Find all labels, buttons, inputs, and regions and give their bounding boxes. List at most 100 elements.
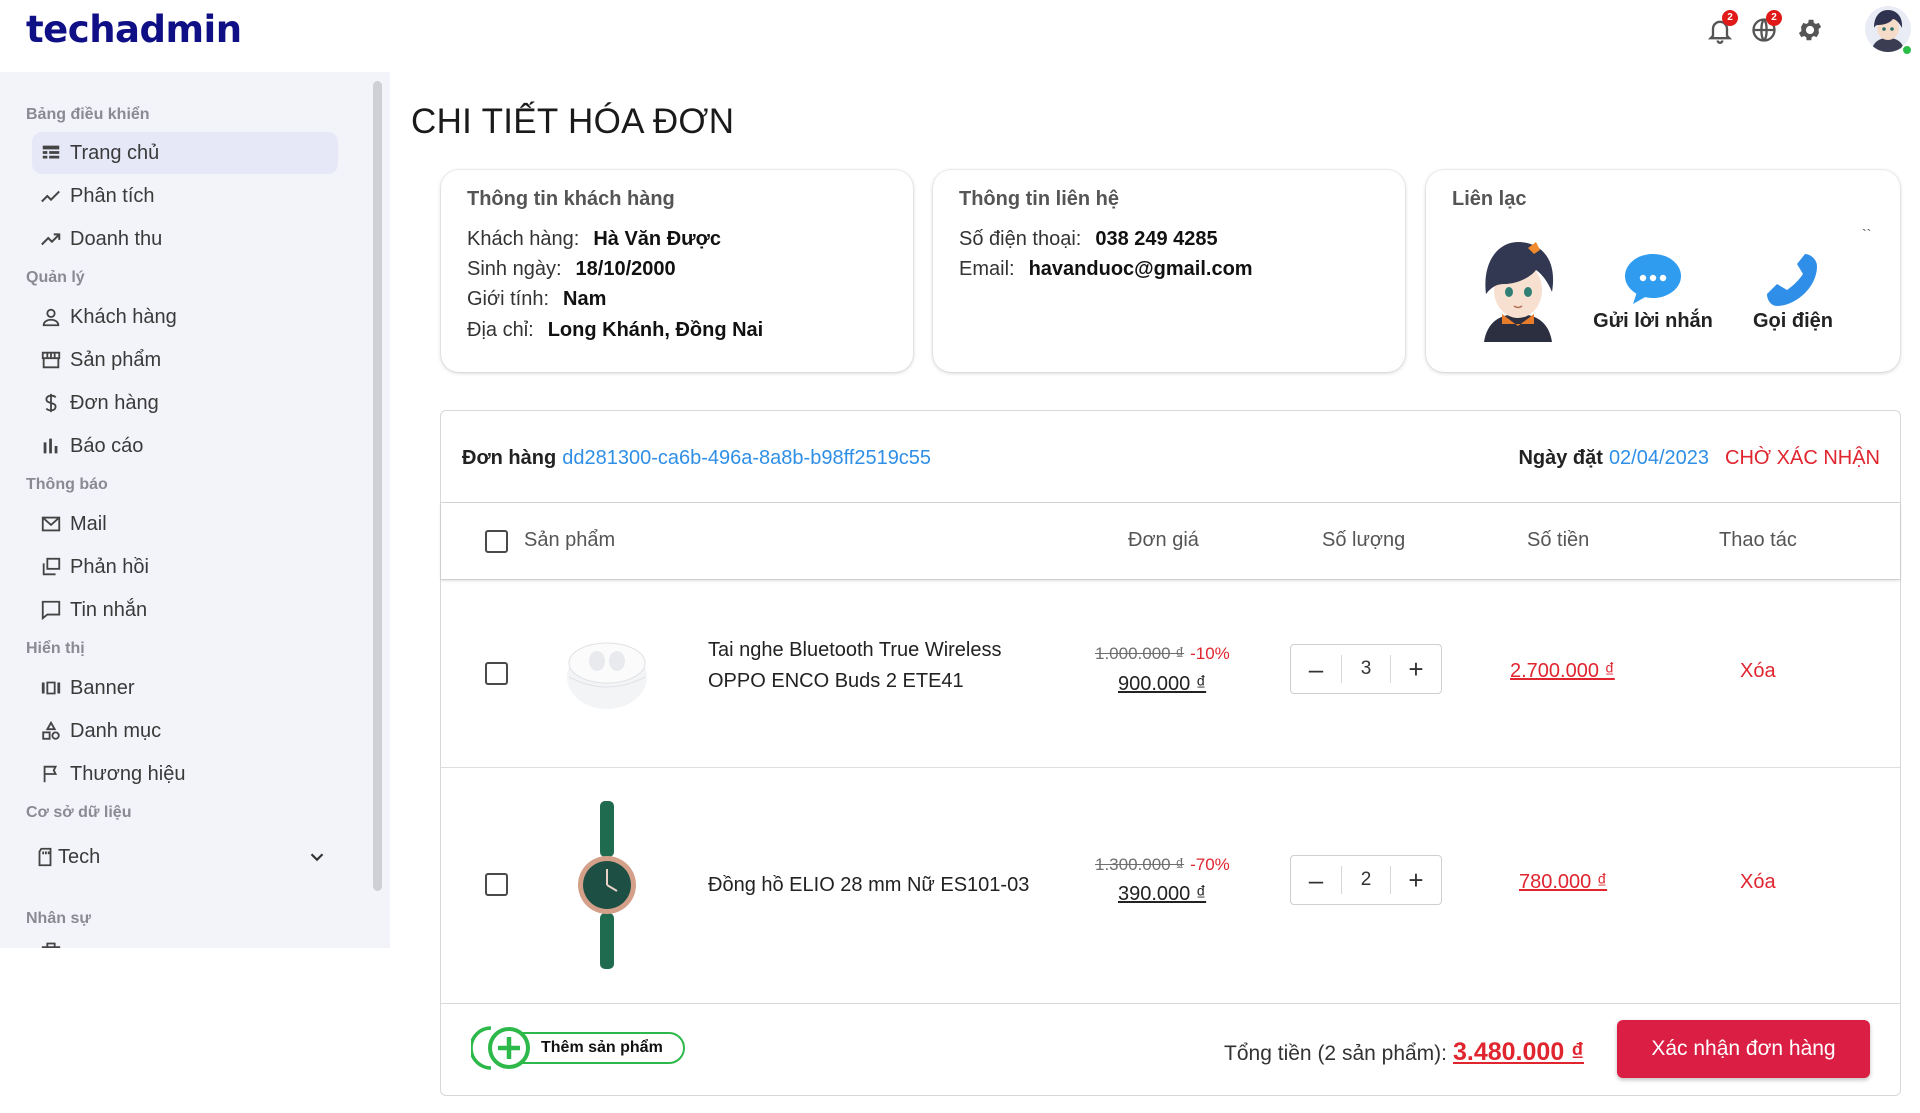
- sidebar-item-revenue[interactable]: Doanh thu: [32, 218, 338, 260]
- row-amount-value: 2.700.000 ₫: [1510, 660, 1615, 682]
- sidebar-item-label: Báo cáo: [70, 434, 144, 457]
- sidebar-item-label: Tin nhắn: [70, 598, 148, 621]
- send-message-button[interactable]: Gửi lời nhắn: [1588, 252, 1718, 333]
- sidebar-bottom-blank: [0, 948, 390, 1113]
- row-checkbox[interactable]: [485, 662, 508, 685]
- confirm-order-button[interactable]: Xác nhận đơn hàng: [1617, 1020, 1870, 1078]
- flag-icon: [43, 765, 58, 783]
- decrease-button[interactable]: –: [1291, 856, 1341, 904]
- sidebar-section-dashboard: Bảng điều khiển: [26, 106, 150, 123]
- watch-product-image: [575, 801, 639, 969]
- row-label: Sinh ngày:: [467, 258, 562, 280]
- sidebar-item-categories[interactable]: Danh mục: [32, 710, 338, 752]
- order-date: 02/04/2023: [1608, 447, 1710, 469]
- phone-icon: [1767, 254, 1817, 306]
- add-product-button[interactable]: Thêm sản phẩm: [471, 1026, 687, 1072]
- order-status-badge: CHỜ XÁC NHẬN: [1725, 447, 1880, 469]
- brand-logo[interactable]: techadmin: [26, 8, 242, 51]
- page-title: CHI TIẾT HÓA ĐƠN: [411, 102, 735, 141]
- customer-address: Long Khánh, Đồng Nai: [547, 319, 764, 341]
- sidebar-item-label: Mail: [70, 512, 107, 535]
- sidebar-item-feedback[interactable]: Phản hồi: [32, 546, 338, 588]
- sidebar-item-label: Tech: [58, 845, 101, 868]
- sidebar-item-orders[interactable]: Đơn hàng: [32, 382, 338, 424]
- increase-button[interactable]: +: [1391, 645, 1441, 693]
- order-panel: Đơn hàng dd281300-ca6b-496a-8a8b-b98ff251…: [440, 410, 1901, 1096]
- sidebar-item-home[interactable]: Trang chủ: [32, 132, 338, 174]
- quantity-stepper[interactable]: – 3 +: [1290, 644, 1442, 694]
- globe-icon[interactable]: 2: [1750, 10, 1782, 44]
- sidebar-item-analytics[interactable]: Phân tích: [32, 175, 338, 217]
- select-all-checkbox[interactable]: [485, 530, 508, 553]
- language-badge: 2: [1766, 10, 1782, 26]
- order-total: Tổng tiền (2 sản phẩm): 3.480.000 ₫: [1224, 1038, 1584, 1067]
- chevron-down-icon[interactable]: [306, 846, 328, 868]
- column-product: Sản phẩm: [524, 529, 616, 551]
- customer-address-row: Địa chỉ: Long Khánh, Đồng Nai: [467, 319, 763, 342]
- order-header: Đơn hàng dd281300-ca6b-496a-8a8b-b98ff251…: [441, 411, 1900, 503]
- product-name[interactable]: Đồng hồ ELIO 28 mm Nữ ES101-03: [708, 870, 1029, 901]
- decrease-button[interactable]: –: [1291, 645, 1341, 693]
- discount-badge: -10%: [1190, 644, 1230, 663]
- column-unit-price: Đơn giá: [1128, 529, 1199, 551]
- sd-card-icon: [38, 847, 52, 867]
- phone-row: Số điện thoại: 038 249 4285: [959, 228, 1218, 251]
- table-row: Đồng hồ ELIO 28 mm Nữ ES101-03 1.300.000…: [441, 768, 1900, 1002]
- order-footer: Thêm sản phẩm Tổng tiền (2 sản phẩm): 3.4…: [441, 1003, 1900, 1097]
- delete-button[interactable]: Xóa: [1740, 871, 1776, 894]
- plus-circle-icon: [471, 1026, 530, 1070]
- row-label: Địa chỉ:: [467, 319, 534, 341]
- customer-gender: Nam: [563, 288, 607, 310]
- row-label: Số điện thoại:: [959, 228, 1082, 250]
- sidebar-item-brands[interactable]: Thương hiệu: [32, 753, 338, 795]
- sidebar-item-tech[interactable]: Tech: [32, 836, 338, 878]
- sidebar-item-reports[interactable]: Báo cáo: [32, 425, 338, 467]
- quantity-value[interactable]: 2: [1341, 866, 1391, 894]
- unit-price-value: 390.000 ₫: [1118, 883, 1207, 905]
- call-button[interactable]: Gọi điện: [1738, 252, 1848, 333]
- message-icon: [41, 600, 61, 621]
- sidebar-scrollbar[interactable]: [373, 81, 382, 891]
- sidebar-item-mail[interactable]: Mail: [32, 503, 338, 545]
- original-price: 1.300.000 ₫ -70%: [1095, 855, 1230, 875]
- customer-avatar: [1470, 234, 1566, 342]
- delete-button[interactable]: Xóa: [1740, 660, 1776, 683]
- discount-badge: -70%: [1190, 855, 1230, 874]
- order-label: Đơn hàng: [462, 447, 557, 469]
- email-address: havanduoc@gmail.com: [1028, 258, 1253, 280]
- sidebar-section-management: Quản lý: [26, 269, 85, 286]
- sidebar-section-hr: Nhân sự: [26, 910, 91, 927]
- customer-name-row: Khách hàng: Hà Văn Được: [467, 228, 721, 251]
- contact-card-title: Thông tin liên hệ: [959, 188, 1119, 210]
- order-date-label: Ngày đặt: [1518, 447, 1603, 469]
- table-header: Sản phẩm Đơn giá Số lượng Số tiền Thao t…: [441, 503, 1900, 580]
- settings-gear-icon[interactable]: [1796, 16, 1824, 44]
- sidebar-section-notifications: Thông báo: [26, 476, 108, 493]
- customer-birthday-row: Sinh ngày: 18/10/2000: [467, 258, 676, 281]
- sidebar-item-customers[interactable]: Khách hàng: [32, 296, 338, 338]
- row-amount: 780.000 ₫: [1519, 871, 1607, 894]
- quantity-value[interactable]: 3: [1341, 655, 1391, 683]
- sidebar-item-products[interactable]: Sản phẩm: [32, 339, 338, 381]
- total-value: 3.480.000 ₫: [1453, 1038, 1584, 1066]
- sidebar-item-label: Đơn hàng: [70, 391, 159, 414]
- increase-button[interactable]: +: [1391, 856, 1441, 904]
- store-icon: [41, 351, 61, 369]
- order-code[interactable]: dd281300-ca6b-496a-8a8b-b98ff2519c55: [562, 447, 931, 469]
- sidebar-item-label: Thương hiệu: [70, 762, 186, 785]
- sidebar-item-banner[interactable]: Banner: [32, 667, 338, 709]
- sidebar-section-display: Hiển thị: [26, 640, 85, 657]
- notification-bell-icon[interactable]: 2: [1706, 10, 1738, 44]
- top-bar: techadmin 2 2: [0, 0, 1920, 72]
- feedback-icon: [42, 557, 61, 576]
- customer-gender-row: Giới tính: Nam: [467, 288, 606, 311]
- customer-info-card: Thông tin khách hàng Khách hàng: Hà Văn Đ…: [441, 170, 913, 372]
- product-name-line1: Đồng hồ ELIO 28 mm Nữ ES101-03: [708, 874, 1030, 896]
- table-row: Tai nghe Bluetooth True Wireless OPPO EN…: [441, 581, 1900, 768]
- original-price-value: 1.000.000 ₫: [1095, 644, 1185, 663]
- sidebar-item-messages[interactable]: Tin nhắn: [32, 589, 338, 631]
- row-checkbox[interactable]: [485, 873, 508, 896]
- quantity-stepper[interactable]: – 2 +: [1290, 855, 1442, 905]
- product-name[interactable]: Tai nghe Bluetooth True Wireless OPPO EN…: [708, 635, 1002, 697]
- original-price-value: 1.300.000 ₫: [1095, 855, 1185, 874]
